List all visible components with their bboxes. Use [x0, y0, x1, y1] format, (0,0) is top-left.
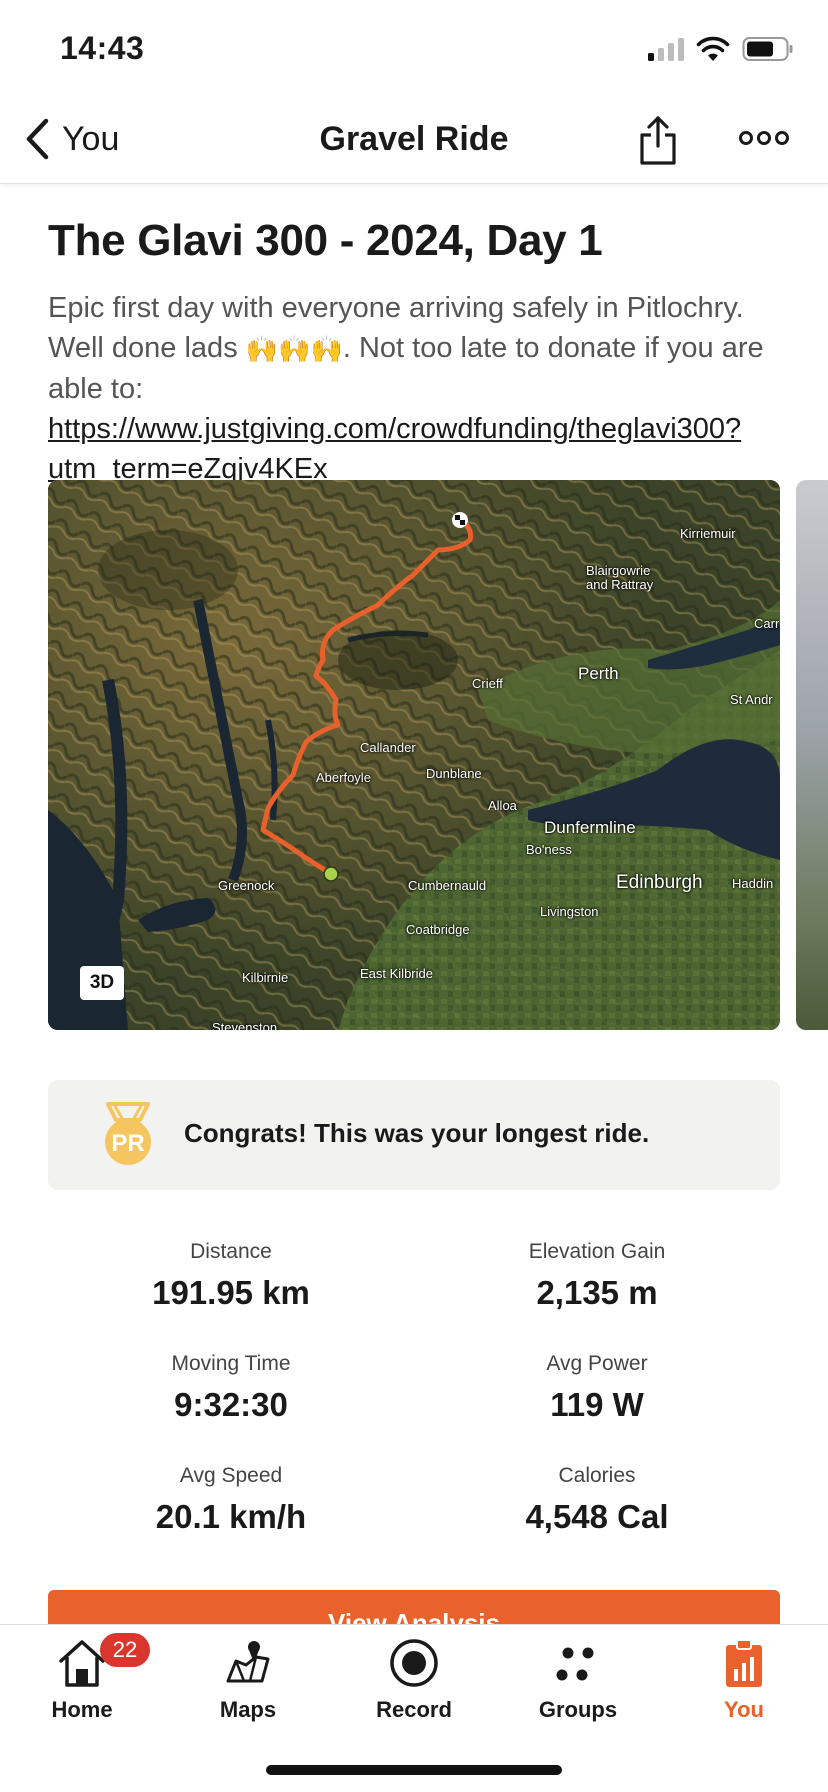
- map-label-haddington: Haddin: [732, 876, 774, 891]
- stat-elevation-gain: Elevation Gain 2,135 m: [414, 1240, 780, 1312]
- tab-label: Groups: [538, 1697, 618, 1722]
- map-label-cumbernauld: Cumbernauld: [408, 878, 487, 893]
- stat-moving-time: Moving Time 9:32:30: [48, 1352, 414, 1424]
- map-label-callander: Callander: [360, 740, 416, 755]
- map-label-aberfoyle: Aberfoyle: [316, 770, 371, 785]
- 3d-toggle-button[interactable]: 3D: [80, 966, 124, 1000]
- pr-medal-icon: PR: [105, 1102, 151, 1165]
- stat-value: 4,548 Cal: [525, 1498, 669, 1535]
- wifi-icon: [696, 36, 730, 61]
- stat-label: Elevation Gain: [528, 1240, 666, 1263]
- stat-value: 9:32:30: [174, 1386, 288, 1423]
- map-label-carnoustie: Carr: [754, 616, 780, 631]
- map-label-livingston: Livingston: [540, 904, 599, 919]
- map-label-greenock: Greenock: [218, 878, 275, 893]
- stat-value: 191.95 km: [152, 1274, 310, 1311]
- maps-icon: [226, 1641, 270, 1683]
- stat-value: 2,135 m: [536, 1274, 658, 1311]
- stat-label: Moving Time: [171, 1352, 291, 1375]
- map-label-alloa: Alloa: [488, 798, 517, 813]
- stat-label: Calories: [558, 1464, 636, 1487]
- map-label-east-kilbride: East Kilbride: [360, 966, 433, 981]
- activity-description: Epic first day with everyone arriving sa…: [48, 288, 788, 489]
- activity-title: The Glavi 300 - 2024, Day 1: [48, 216, 603, 265]
- tab-maps[interactable]: Maps: [168, 1625, 328, 1735]
- tab-bar: 22 Home Maps Record Groups You: [0, 1624, 828, 1792]
- status-icons: [646, 36, 794, 62]
- map-label-crieff: Crieff: [472, 676, 503, 691]
- achievement-text: Congrats! This was your longest ride.: [184, 1118, 650, 1148]
- map-label-edinburgh: Edinburgh: [616, 872, 703, 893]
- stat-label: Distance: [190, 1240, 272, 1263]
- stat-calories: Calories 4,548 Cal: [414, 1464, 780, 1536]
- map-label-dunblane: Dunblane: [426, 766, 482, 781]
- raised-hands-emoji: 🙌🙌🙌: [245, 334, 343, 365]
- more-options-icon[interactable]: [738, 126, 790, 150]
- route-map[interactable]: Kirriemuir Blairgowrie and Rattray Carr …: [48, 480, 780, 1030]
- stat-avg-speed: Avg Speed 20.1 km/h: [48, 1464, 414, 1536]
- status-bar: 14:43: [0, 0, 828, 100]
- tab-groups[interactable]: Groups: [498, 1625, 658, 1735]
- battery-icon: [742, 37, 793, 61]
- map-label-kirriemuir: Kirriemuir: [680, 526, 736, 541]
- pr-text: PR: [111, 1130, 144, 1157]
- stat-avg-power: Avg Power 119 W: [414, 1352, 780, 1424]
- map-label-st-andrews: St Andr: [730, 692, 773, 707]
- tab-record[interactable]: Record: [334, 1625, 494, 1735]
- back-button[interactable]: You: [24, 118, 119, 160]
- map-label-blairgowrie: Blairgowrie and Rattray: [586, 563, 654, 592]
- nav-header: You Gravel Ride: [0, 100, 828, 184]
- home-indicator: [266, 1765, 562, 1775]
- tab-you[interactable]: You: [664, 1625, 824, 1735]
- map-label-kilbirnie: Kilbirnie: [242, 970, 289, 985]
- map-label-dunfermline: Dunfermline: [544, 818, 636, 837]
- next-photo-thumbnail[interactable]: [796, 480, 828, 1030]
- stat-value: 119 W: [550, 1386, 644, 1423]
- map-terrain: [48, 480, 780, 1030]
- achievement-banner: PR Congrats! This was your longest ride.: [48, 1080, 780, 1190]
- map-label-perth: Perth: [578, 664, 619, 683]
- groups-icon: [556, 1647, 594, 1681]
- tab-label: You: [724, 1697, 764, 1722]
- map-label-stevenston: Stevenston: [212, 1020, 278, 1030]
- stat-distance: Distance 191.95 km: [48, 1240, 414, 1312]
- status-time: 14:43: [60, 30, 145, 66]
- tab-label: Home: [51, 1697, 113, 1722]
- share-icon[interactable]: [636, 114, 680, 166]
- page-title: Gravel Ride: [319, 120, 509, 158]
- notification-badge: 22: [100, 1633, 150, 1667]
- tab-label: Record: [376, 1697, 452, 1722]
- chevron-left-icon: [26, 118, 49, 160]
- donation-link[interactable]: https://www.justgiving.com/crowdfunding/…: [48, 413, 741, 485]
- tab-home[interactable]: 22 Home: [2, 1625, 162, 1735]
- stat-label: Avg Power: [546, 1352, 648, 1375]
- stat-value: 20.1 km/h: [155, 1498, 307, 1535]
- you-icon: [726, 1639, 762, 1687]
- record-icon: [390, 1639, 438, 1687]
- tab-label: Maps: [219, 1697, 277, 1722]
- map-label-boness: Bo'ness: [526, 842, 572, 857]
- back-label: You: [62, 119, 120, 158]
- map-label-coatbridge: Coatbridge: [406, 922, 470, 937]
- signal-icon: [648, 38, 684, 61]
- stat-label: Avg Speed: [179, 1464, 283, 1487]
